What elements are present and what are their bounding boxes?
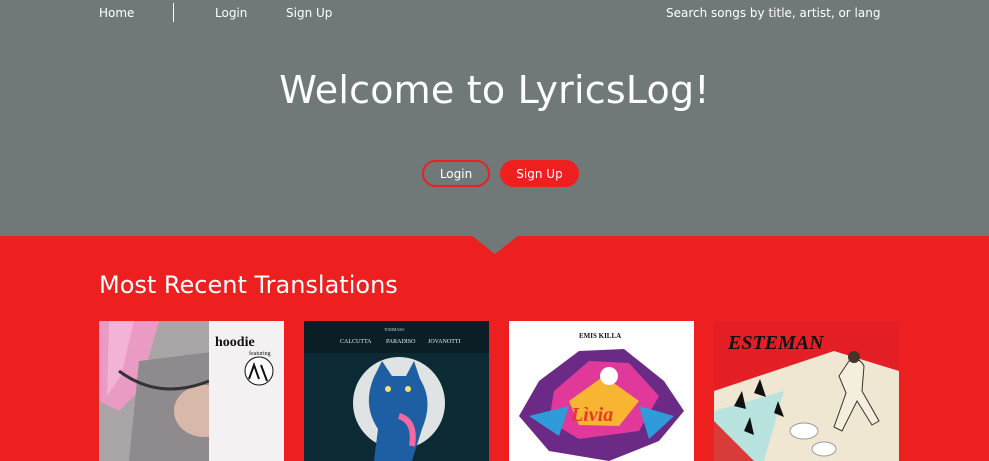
album-cover-hoodie: hoodie featuring: [99, 321, 284, 461]
hero-signup-button[interactable]: Sign Up: [500, 160, 579, 187]
album-esteman-text: ESTEMAN: [727, 332, 825, 354]
album-calcutta-text-1: CALCUTTA: [340, 339, 372, 345]
album-calcutta-text-3: JOVANOTTI: [428, 339, 461, 345]
album-hoodie-subtext: featuring: [249, 350, 271, 357]
hero-arrow-pointer: [471, 235, 519, 254]
album-cover-esteman: ESTEMAN: [714, 321, 899, 461]
album-cover-calcutta: TOMMASO CALCUTTA PARADISO JOVANOTTI: [304, 321, 489, 461]
album-calcutta-small: TOMMASO: [384, 327, 404, 332]
nav-home-link[interactable]: Home: [99, 6, 134, 20]
album-emis-killa-text: EMIS KILLA: [579, 332, 621, 340]
svg-text:Lìvia: Lìvia: [570, 404, 613, 426]
album-card-calcutta[interactable]: TOMMASO CALCUTTA PARADISO JOVANOTTI: [304, 321, 489, 461]
hero-login-button[interactable]: Login: [422, 160, 490, 187]
album-hoodie-text: hoodie: [215, 335, 255, 350]
nav-signup-link[interactable]: Sign Up: [286, 6, 332, 20]
album-card-esteman[interactable]: ESTEMAN: [714, 321, 899, 461]
album-cover-emis-killa: EMIS KILLA Lìvia: [509, 321, 694, 461]
nav-divider: [173, 3, 174, 22]
hero-title: Welcome to LyricsLog!: [279, 68, 710, 112]
album-calcutta-text-2: PARADISO: [386, 339, 416, 345]
hero-section: [0, 0, 989, 236]
recent-translations-title: Most Recent Translations: [99, 271, 398, 299]
album-card-hoodie[interactable]: hoodie featuring: [99, 321, 284, 461]
search-input[interactable]: [666, 4, 880, 22]
nav-login-link[interactable]: Login: [215, 6, 247, 20]
album-card-emis-killa[interactable]: EMIS KILLA Lìvia: [509, 321, 694, 461]
